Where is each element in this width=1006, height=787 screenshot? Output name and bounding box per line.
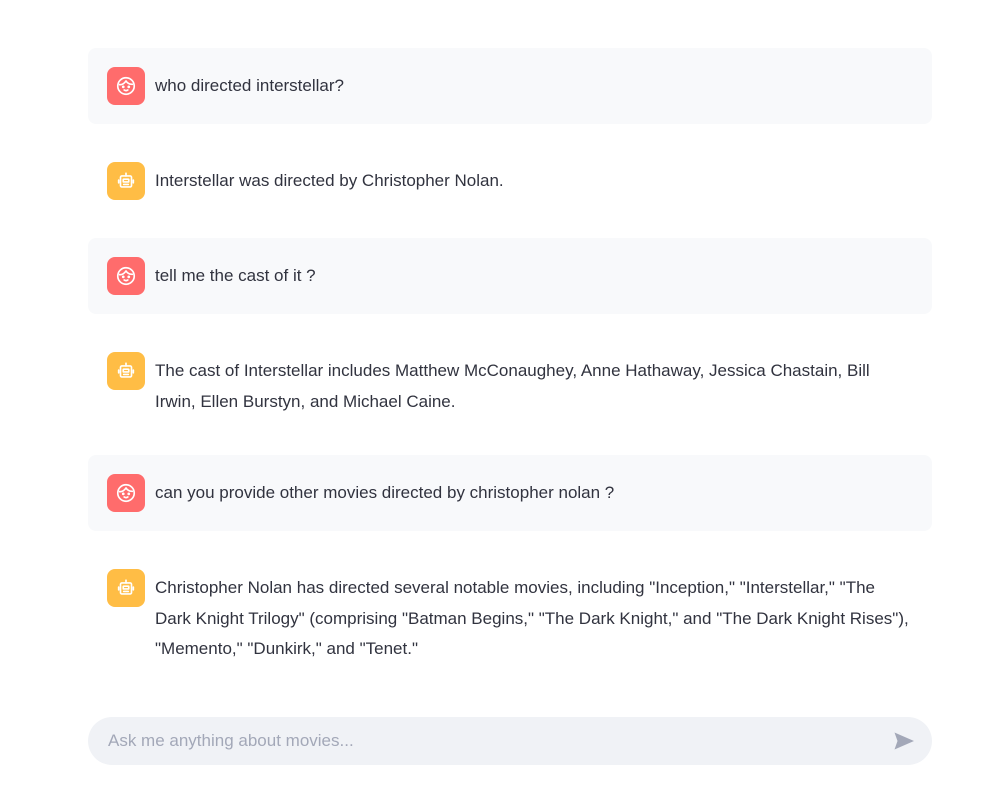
assistant-avatar bbox=[107, 569, 145, 607]
message-text: can you provide other movies directed by… bbox=[155, 483, 615, 502]
robot-icon bbox=[117, 579, 135, 595]
assistant-message: Interstellar was directed by Christopher… bbox=[88, 143, 932, 219]
message-text: Interstellar was directed by Christopher… bbox=[155, 171, 504, 190]
assistant-message: Christopher Nolan has directed several n… bbox=[88, 550, 932, 684]
assistant-message: The cast of Interstellar includes Matthe… bbox=[88, 333, 932, 436]
user-message: who directed interstellar? bbox=[88, 48, 932, 124]
user-avatar bbox=[107, 474, 145, 512]
user-message: tell me the cast of it ? bbox=[88, 238, 932, 314]
assistant-avatar bbox=[107, 352, 145, 390]
user-message: can you provide other movies directed by… bbox=[88, 455, 932, 531]
message-text: The cast of Interstellar includes Matthe… bbox=[155, 361, 870, 411]
smiley-face-icon bbox=[116, 483, 136, 503]
smiley-face-icon bbox=[116, 76, 136, 96]
chat-message-list: who directed interstellar? Interstellar … bbox=[88, 48, 932, 684]
send-button[interactable] bbox=[882, 719, 926, 763]
message-text: who directed interstellar? bbox=[155, 76, 344, 95]
send-arrow-icon bbox=[894, 732, 914, 750]
user-avatar bbox=[107, 67, 145, 105]
chat-input-container bbox=[88, 717, 932, 765]
assistant-avatar bbox=[107, 162, 145, 200]
chat-input[interactable] bbox=[88, 717, 882, 765]
smiley-face-icon bbox=[116, 266, 136, 286]
robot-icon bbox=[117, 172, 135, 188]
message-text: Christopher Nolan has directed several n… bbox=[155, 578, 909, 658]
user-avatar bbox=[107, 257, 145, 295]
robot-icon bbox=[117, 362, 135, 378]
message-text: tell me the cast of it ? bbox=[155, 266, 316, 285]
